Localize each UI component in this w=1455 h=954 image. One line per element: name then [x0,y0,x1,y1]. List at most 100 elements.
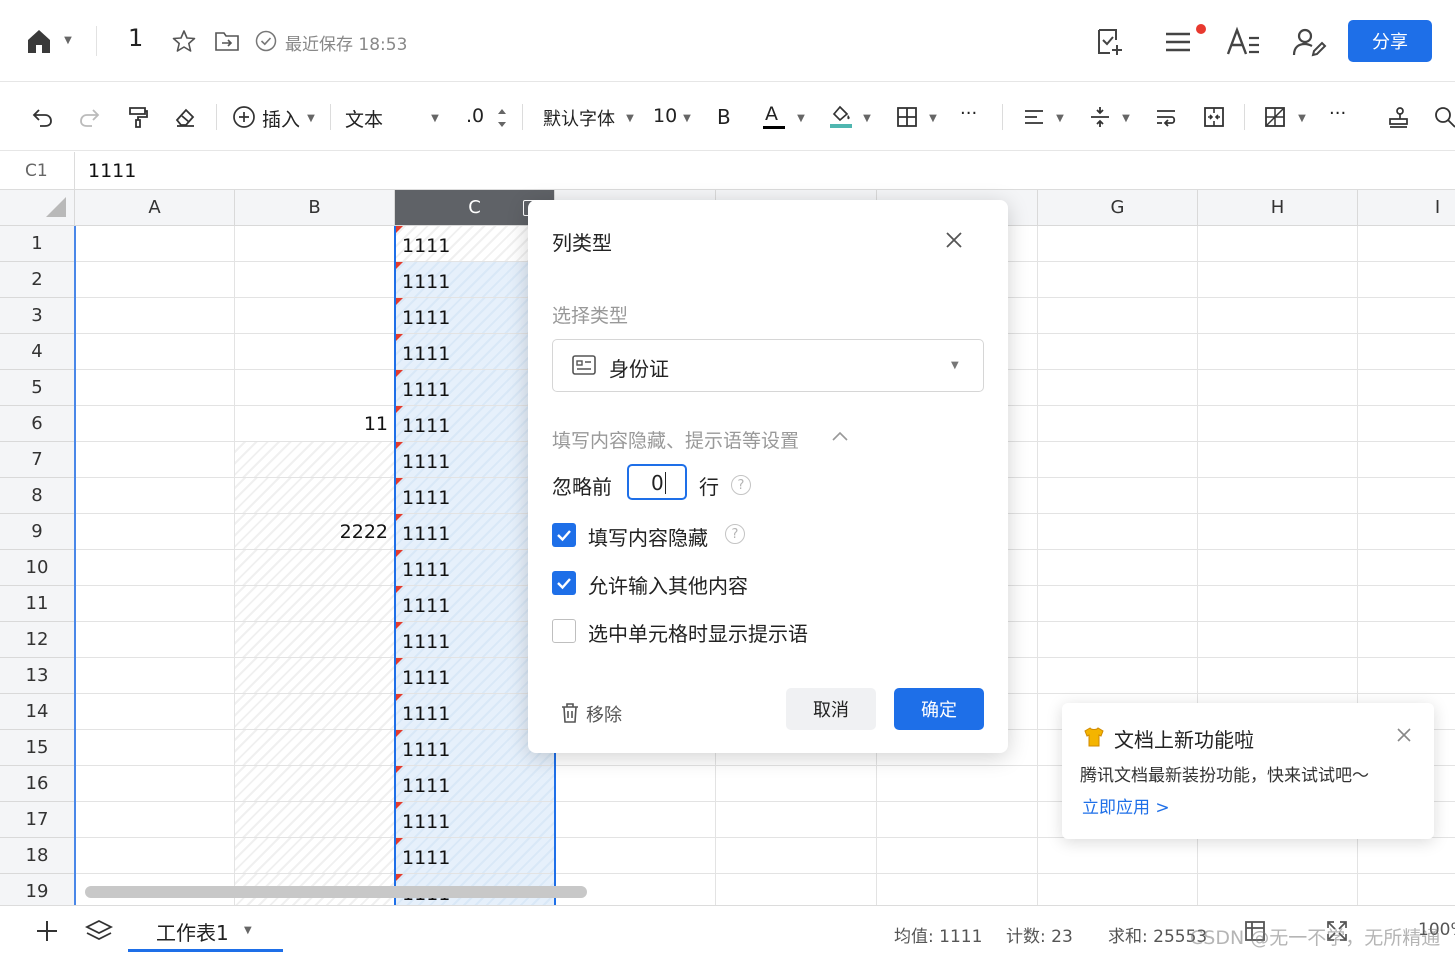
horizontal-scrollbar[interactable] [85,886,587,898]
cell-i19[interactable] [1358,874,1455,905]
cell-style-icon[interactable] [1261,104,1289,130]
cell-h2[interactable] [1198,262,1358,298]
cell-h19[interactable] [1198,874,1358,905]
column-header-g[interactable]: G [1038,190,1198,226]
cell-h1[interactable] [1198,226,1358,262]
select-all-corner[interactable] [0,190,75,226]
cell-d17[interactable] [555,802,716,838]
cell-b5[interactable] [235,370,395,406]
decimal-places-value[interactable]: .0 [466,105,484,127]
cell-g3[interactable] [1038,298,1198,334]
vertical-align-icon[interactable] [1086,104,1114,130]
cell-h12[interactable] [1198,622,1358,658]
sheet-list-icon[interactable] [84,917,114,945]
cell-g4[interactable] [1038,334,1198,370]
cell-h8[interactable] [1198,478,1358,514]
cell-a18[interactable] [75,838,235,874]
cell-b4[interactable] [235,334,395,370]
row-header-16[interactable]: 16 [0,766,75,802]
format-chevron-down-icon[interactable]: ▼ [428,111,442,125]
cell-a4[interactable] [75,334,235,370]
redo-icon[interactable] [76,103,104,131]
cell-i3[interactable] [1358,298,1455,334]
column-header-h[interactable]: H [1198,190,1358,226]
cell-h4[interactable] [1198,334,1358,370]
cell-g18[interactable] [1038,838,1198,874]
row-header-3[interactable]: 3 [0,298,75,334]
cell-g1[interactable] [1038,226,1198,262]
row-header-15[interactable]: 15 [0,730,75,766]
chevron-up-icon[interactable] [830,428,850,444]
fill-color-chevron-down-icon[interactable]: ▼ [860,111,874,125]
border-chevron-down-icon[interactable]: ▼ [926,111,940,125]
cell-i13[interactable] [1358,658,1455,694]
cell-e19[interactable] [716,874,877,905]
cell-g2[interactable] [1038,262,1198,298]
cell-h11[interactable] [1198,586,1358,622]
cell-d18[interactable] [555,838,716,874]
merge-cells-icon[interactable] [1200,104,1228,130]
close-icon[interactable] [1392,723,1416,747]
hide-content-checkbox[interactable] [552,523,576,547]
row-header-7[interactable]: 7 [0,442,75,478]
cell-b9[interactable]: 2222 [235,514,395,550]
font-size-select[interactable]: 10 [653,105,677,127]
menu-icon[interactable] [1160,24,1196,60]
cell-b18[interactable] [235,838,395,874]
font-family-select[interactable]: 默认字体 [543,105,615,131]
cell-g12[interactable] [1038,622,1198,658]
cell-a6[interactable] [75,406,235,442]
cell-g7[interactable] [1038,442,1198,478]
row-header-8[interactable]: 8 [0,478,75,514]
help-icon[interactable]: ? [731,475,751,495]
cell-g8[interactable] [1038,478,1198,514]
remove-button[interactable]: 移除 [586,701,622,727]
row-header-4[interactable]: 4 [0,334,75,370]
share-button[interactable]: 分享 [1348,20,1432,62]
cell-b14[interactable] [235,694,395,730]
cell-g13[interactable] [1038,658,1198,694]
row-header-9[interactable]: 9 [0,514,75,550]
hide-content-label[interactable]: 填写内容隐藏 [588,522,708,551]
cell-b1[interactable] [235,226,395,262]
insert-plus-icon[interactable] [231,104,257,130]
cell-g9[interactable] [1038,514,1198,550]
formula-input[interactable]: 1111 [88,160,136,182]
fill-color-icon[interactable] [827,101,855,131]
trash-icon[interactable] [559,701,581,725]
cell-b15[interactable] [235,730,395,766]
home-chevron-down-icon[interactable]: ▼ [60,32,76,48]
user-edit-icon[interactable] [1290,24,1328,60]
cell-i9[interactable] [1358,514,1455,550]
number-format-select[interactable]: 文本 [345,105,383,132]
cell-h13[interactable] [1198,658,1358,694]
insert-button[interactable]: 插入 [262,105,300,132]
cell-i4[interactable] [1358,334,1455,370]
cell-i6[interactable] [1358,406,1455,442]
cell-a15[interactable] [75,730,235,766]
confirm-button[interactable]: 确定 [894,688,984,730]
cell-h6[interactable] [1198,406,1358,442]
cell-a3[interactable] [75,298,235,334]
cell-c18[interactable]: 1111 [395,838,555,874]
move-to-folder-icon[interactable] [213,28,241,54]
settings-toggle[interactable]: 填写内容隐藏、提示语等设置 [552,426,799,453]
row-header-2[interactable]: 2 [0,262,75,298]
cell-reference[interactable]: C1 [25,161,48,181]
cell-i10[interactable] [1358,550,1455,586]
cell-i12[interactable] [1358,622,1455,658]
horizontal-align-chevron-down-icon[interactable]: ▼ [1053,111,1067,125]
home-icon[interactable] [22,24,56,58]
cell-a10[interactable] [75,550,235,586]
cell-a14[interactable] [75,694,235,730]
cell-g5[interactable] [1038,370,1198,406]
cell-b8[interactable] [235,478,395,514]
cell-b6[interactable]: 11 [235,406,395,442]
row-header-18[interactable]: 18 [0,838,75,874]
cell-f18[interactable] [877,838,1038,874]
cell-i2[interactable] [1358,262,1455,298]
cell-h10[interactable] [1198,550,1358,586]
allow-other-input-checkbox[interactable] [552,571,576,595]
sheet-tab[interactable]: 工作表1 ▼ [128,906,283,952]
more-format-button[interactable]: ··· [960,103,977,124]
